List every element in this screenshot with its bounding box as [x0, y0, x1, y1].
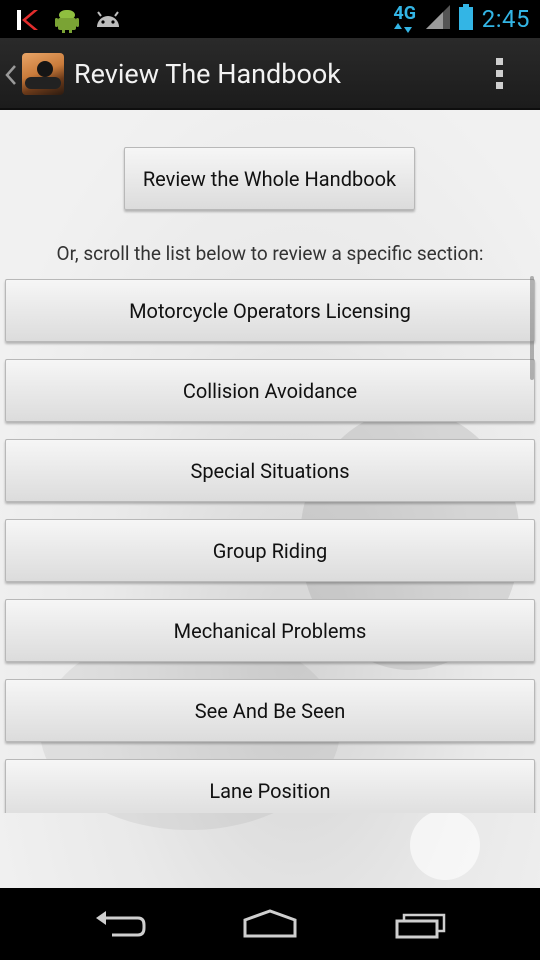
- app-icon[interactable]: [22, 53, 64, 95]
- signal-icon: [425, 5, 450, 33]
- page-title: Review The Handbook: [74, 58, 341, 90]
- recent-apps-icon[interactable]: [394, 908, 450, 944]
- section-button[interactable]: Collision Avoidance: [5, 359, 535, 422]
- bike-shape: [25, 77, 61, 89]
- section-button[interactable]: Mechanical Problems: [5, 599, 535, 662]
- background-image: [410, 810, 480, 880]
- section-button[interactable]: Lane Position: [5, 759, 535, 813]
- main-content: Review the Whole Handbook Or, scroll the…: [0, 110, 540, 888]
- list-scrollbar[interactable]: [530, 276, 534, 380]
- overflow-menu-icon[interactable]: [496, 58, 504, 92]
- section-button[interactable]: Group Riding: [5, 519, 535, 582]
- notification-icons: [14, 6, 122, 38]
- home-icon[interactable]: [242, 908, 298, 944]
- review-whole-handbook-button[interactable]: Review the Whole Handbook: [124, 147, 415, 210]
- network-4g-icon: 4G: [392, 5, 418, 33]
- status-time: 2:45: [481, 5, 530, 33]
- kaspersky-k-icon: [14, 7, 40, 37]
- status-bar: 4G 2:45: [0, 0, 540, 38]
- back-icon[interactable]: [92, 908, 148, 944]
- section-list[interactable]: Motorcycle Operators Licensing Collision…: [0, 276, 540, 813]
- navigation-bar: [0, 888, 540, 960]
- up-chevron-icon[interactable]: [4, 64, 18, 90]
- section-button[interactable]: Motorcycle Operators Licensing: [5, 279, 535, 342]
- section-button[interactable]: See And Be Seen: [5, 679, 535, 742]
- system-icons: 4G 2:45: [392, 0, 530, 38]
- android-debug-icon: [94, 9, 122, 35]
- instructions-text: Or, scroll the list below to review a sp…: [56, 242, 484, 265]
- rider-shape: [37, 61, 53, 77]
- battery-icon: [458, 4, 474, 34]
- action-bar: Review The Handbook: [0, 38, 540, 110]
- section-button[interactable]: Special Situations: [5, 439, 535, 502]
- android-robot-icon: [54, 6, 80, 38]
- network-label: 4G: [393, 3, 417, 24]
